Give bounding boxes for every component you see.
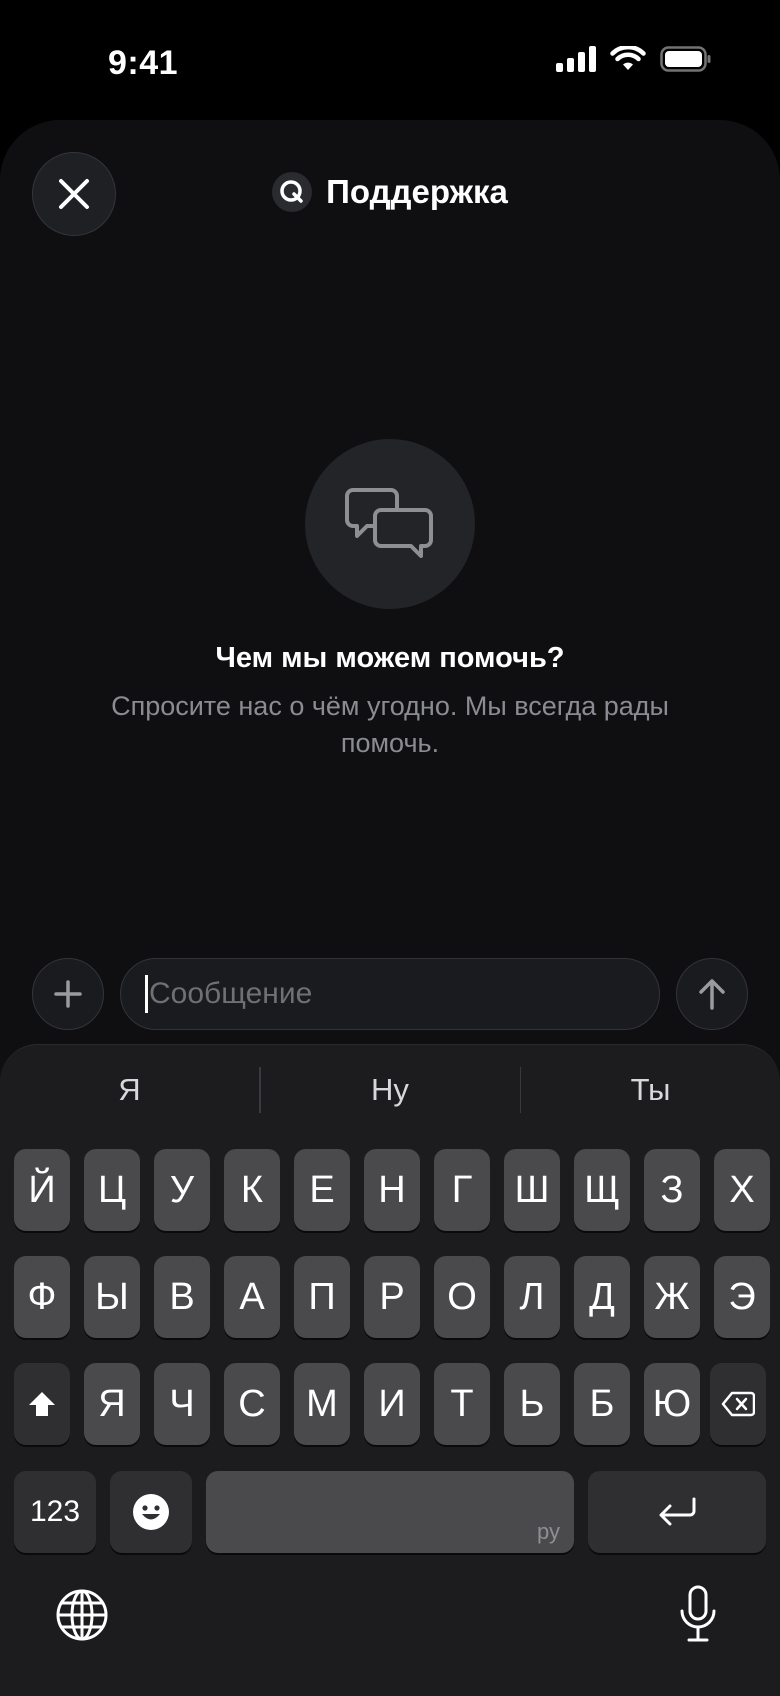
battery-icon xyxy=(660,46,711,72)
space-key[interactable]: ру xyxy=(206,1471,574,1553)
chat-bubbles-icon xyxy=(305,439,475,609)
letter-key[interactable]: О xyxy=(434,1256,490,1338)
status-time: 9:41 xyxy=(108,44,179,82)
return-key[interactable] xyxy=(588,1471,766,1553)
letter-key[interactable]: Щ xyxy=(574,1149,630,1231)
backspace-icon xyxy=(721,1391,755,1417)
letter-key[interactable]: Ж xyxy=(644,1256,700,1338)
emoji-key[interactable] xyxy=(110,1471,192,1553)
letter-key[interactable]: Э xyxy=(714,1256,770,1338)
letter-key[interactable]: Ь xyxy=(504,1363,560,1445)
return-icon xyxy=(659,1497,696,1526)
suggestion-1[interactable]: Я xyxy=(0,1072,259,1108)
globe-key[interactable] xyxy=(52,1585,112,1645)
suggestion-bar: Я Ну Ты xyxy=(0,1045,780,1135)
page-title: Поддержка xyxy=(326,173,508,210)
letter-key[interactable]: Ш xyxy=(504,1149,560,1231)
letter-key[interactable]: Д xyxy=(574,1256,630,1338)
status-bar: 9:41 xyxy=(0,0,780,120)
letter-key[interactable]: В xyxy=(154,1256,210,1338)
status-icons xyxy=(556,46,712,72)
letter-key[interactable]: З xyxy=(644,1149,700,1231)
keyboard: Я Ну Ты ЙЦУКЕНГШЩЗХ ФЫВАПРОЛДЖЭ ЯЧСМИТЬБ… xyxy=(0,1044,780,1696)
letter-key[interactable]: Й xyxy=(14,1149,70,1231)
letter-key[interactable]: Л xyxy=(504,1256,560,1338)
dictation-key[interactable] xyxy=(668,1581,728,1647)
plus-icon xyxy=(54,980,82,1008)
letter-key[interactable]: Х xyxy=(714,1149,770,1231)
space-language-label: ру xyxy=(537,1519,560,1544)
header: Поддержка xyxy=(0,172,780,212)
cellular-signal-icon xyxy=(556,46,596,72)
message-input[interactable] xyxy=(149,977,629,1011)
letter-key[interactable]: Ю xyxy=(644,1363,700,1445)
letter-key[interactable]: А xyxy=(224,1256,280,1338)
letter-key[interactable]: Т xyxy=(434,1363,490,1445)
suggestion-2[interactable]: Ну xyxy=(261,1072,520,1108)
support-logo-icon xyxy=(272,172,313,212)
shift-icon xyxy=(29,1392,55,1416)
letter-key[interactable]: Ф xyxy=(14,1256,70,1338)
letter-key[interactable]: Б xyxy=(574,1363,630,1445)
arrow-up-icon xyxy=(699,979,725,1010)
message-composer xyxy=(0,958,780,1030)
letter-key[interactable]: Ц xyxy=(84,1149,140,1231)
letter-key[interactable]: Я xyxy=(84,1363,140,1445)
letter-key[interactable]: К xyxy=(224,1149,280,1231)
text-caret xyxy=(145,975,148,1013)
microphone-icon xyxy=(680,1585,716,1642)
globe-icon xyxy=(56,1589,108,1641)
empty-state-subtitle: Спросите нас о чём угодно. Мы всегда рад… xyxy=(111,691,669,758)
shift-key[interactable] xyxy=(14,1363,70,1445)
attach-button[interactable] xyxy=(32,958,104,1030)
message-field[interactable] xyxy=(120,958,660,1030)
numbers-key[interactable]: 123 xyxy=(14,1471,96,1553)
letter-key[interactable]: Е xyxy=(294,1149,350,1231)
emoji-icon xyxy=(133,1494,169,1530)
letter-key[interactable]: М xyxy=(294,1363,350,1445)
support-sheet: Поддержка Чем мы можем помочь? Спросите … xyxy=(0,120,780,1696)
letter-key[interactable]: Ы xyxy=(84,1256,140,1338)
letter-key[interactable]: С xyxy=(224,1363,280,1445)
letter-key[interactable]: Г xyxy=(434,1149,490,1231)
letter-key[interactable]: Н xyxy=(364,1149,420,1231)
empty-state-title: Чем мы можем помочь? xyxy=(215,642,565,674)
letter-key[interactable]: Р xyxy=(364,1256,420,1338)
send-button[interactable] xyxy=(676,958,748,1030)
letter-key[interactable]: П xyxy=(294,1256,350,1338)
letter-key[interactable]: У xyxy=(154,1149,210,1231)
suggestion-3[interactable]: Ты xyxy=(521,1072,780,1108)
letter-key[interactable]: И xyxy=(364,1363,420,1445)
numbers-key-label: 123 xyxy=(29,1495,81,1528)
letter-key[interactable]: Ч xyxy=(154,1363,210,1445)
wifi-icon xyxy=(610,46,646,70)
backspace-key[interactable] xyxy=(710,1363,766,1445)
